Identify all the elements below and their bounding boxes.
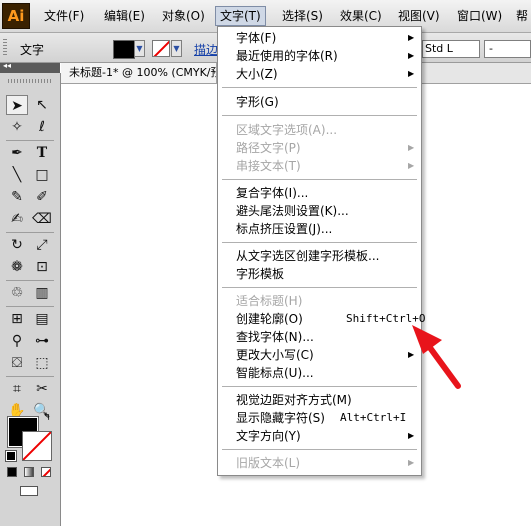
control-bar-grip[interactable] bbox=[3, 39, 7, 57]
menu-item-show-hidden-characters[interactable]: 显示隐藏字符(S) Alt+Ctrl+I bbox=[236, 409, 416, 427]
menu-item-mojikumi-settings[interactable]: 标点挤压设置(J)... bbox=[236, 220, 416, 238]
paintbrush-tool-icon[interactable]: ✎ bbox=[6, 187, 28, 207]
submenu-arrow-icon: ▶ bbox=[408, 33, 415, 42]
no-stroke-icon bbox=[153, 41, 169, 56]
app-logo: Ai bbox=[2, 3, 30, 29]
stroke-swatch[interactable] bbox=[152, 40, 170, 57]
mesh-tool-icon[interactable]: ⊞ bbox=[6, 309, 28, 329]
no-stroke-icon bbox=[23, 432, 51, 460]
pen-tool-icon[interactable]: ✒ bbox=[6, 143, 28, 163]
blend-tool-icon[interactable]: ⊶ bbox=[31, 331, 53, 351]
rectangle-tool-icon[interactable]: □ bbox=[31, 165, 53, 185]
submenu-arrow-icon: ▶ bbox=[408, 143, 415, 152]
eyedropper-tool-icon[interactable]: ⚲ bbox=[6, 331, 28, 351]
warp-tool-icon[interactable]: ❁ bbox=[6, 257, 28, 277]
swap-colors-icon[interactable]: ↰ bbox=[40, 411, 54, 425]
gradient-mode-icon[interactable] bbox=[24, 467, 34, 477]
menu-view[interactable]: 视图(V) bbox=[394, 7, 444, 25]
menu-item-optical-margin-alignment[interactable]: 视觉边距对齐方式(M) bbox=[236, 391, 416, 409]
menu-item-area-type-options[interactable]: 区域文字选项(A)... bbox=[236, 121, 416, 139]
menu-item-find-font[interactable]: 查找字体(N)... bbox=[236, 328, 416, 346]
submenu-arrow-icon: ▶ bbox=[408, 431, 415, 440]
tools-grip[interactable] bbox=[8, 79, 52, 83]
menu-item-recent-fonts[interactable]: 最近使用的字体(R) bbox=[236, 47, 416, 65]
menu-type[interactable]: 文字(T) bbox=[215, 6, 266, 26]
type-tool-icon[interactable]: T bbox=[31, 143, 53, 163]
none-mode-icon[interactable] bbox=[41, 467, 51, 477]
control-bar-label: 文字 bbox=[20, 43, 45, 57]
blob-brush-tool-icon[interactable]: ✍ bbox=[6, 209, 28, 229]
menu-item-size[interactable]: 大小(Z) bbox=[236, 65, 416, 83]
slice-tool-icon[interactable]: ✂ bbox=[31, 379, 53, 399]
shortcut-show-hidden-characters: Alt+Ctrl+I bbox=[340, 411, 407, 424]
menu-object[interactable]: 对象(O) bbox=[158, 7, 209, 25]
menu-item-legacy-text[interactable]: 旧版文本(L) bbox=[236, 454, 416, 472]
screen-mode-icon[interactable] bbox=[20, 486, 38, 496]
collapse-icon[interactable]: ◂◂ bbox=[3, 61, 11, 70]
direct-selection-tool-icon[interactable]: ↖ bbox=[31, 95, 53, 115]
menu-help[interactable]: 帮 bbox=[512, 7, 531, 25]
pencil-tool-icon[interactable]: ✐ bbox=[31, 187, 53, 207]
lasso-tool-icon[interactable]: ℓ bbox=[31, 117, 53, 137]
font-size-field[interactable]: - bbox=[484, 40, 531, 58]
menu-item-type-orientation[interactable]: 文字方向(Y) bbox=[236, 427, 416, 445]
submenu-arrow-icon: ▶ bbox=[408, 350, 415, 359]
font-style-field[interactable]: Std L bbox=[422, 40, 480, 58]
menu-item-composite-fonts[interactable]: 复合字体(I)... bbox=[236, 184, 416, 202]
color-mode-icon[interactable] bbox=[7, 467, 17, 477]
symbol-sprayer-tool-icon[interactable]: ♲ bbox=[6, 283, 28, 303]
stroke-dropdown-arrow-icon[interactable]: ▼ bbox=[171, 40, 182, 57]
menu-item-font[interactable]: 字体(F) bbox=[236, 29, 416, 47]
stroke-link[interactable]: 描边 bbox=[194, 41, 218, 58]
menu-item-create-glyph-template[interactable]: 从文字选区创建字形模板... bbox=[236, 247, 416, 265]
eraser-tool-icon[interactable]: ⌫ bbox=[31, 209, 53, 229]
menu-effect[interactable]: 效果(C) bbox=[336, 7, 386, 25]
menu-item-change-case[interactable]: 更改大小写(C) bbox=[236, 346, 416, 364]
artboard-tool-icon[interactable]: ⌗ bbox=[6, 379, 28, 399]
scale-tool-icon[interactable]: ⤢ bbox=[31, 235, 53, 255]
live-paint-selection-tool-icon[interactable]: ⬚ bbox=[31, 353, 53, 373]
free-transform-tool-icon[interactable]: ⊡ bbox=[31, 257, 53, 277]
submenu-arrow-icon: ▶ bbox=[408, 51, 415, 60]
tools-panel-header[interactable]: ◂◂ bbox=[0, 61, 60, 73]
gradient-tool-icon[interactable]: ▤ bbox=[31, 309, 53, 329]
default-colors-icon[interactable] bbox=[5, 450, 17, 462]
menu-item-kinsoku-settings[interactable]: 避头尾法则设置(K)... bbox=[236, 202, 416, 220]
magic-wand-tool-icon[interactable]: ✧ bbox=[6, 117, 28, 137]
line-tool-icon[interactable]: ╲ bbox=[6, 165, 28, 185]
submenu-arrow-icon: ▶ bbox=[408, 161, 415, 170]
submenu-arrow-icon: ▶ bbox=[408, 69, 415, 78]
menu-item-type-on-path[interactable]: 路径文字(P) bbox=[236, 139, 416, 157]
document-tab[interactable]: 未标题-1* @ 100% (CMYK/预 bbox=[61, 63, 217, 83]
shortcut-create-outlines: Shift+Ctrl+O bbox=[346, 312, 426, 325]
menu-item-fit-headline[interactable]: 适合标题(H) bbox=[236, 292, 416, 310]
menu-edit[interactable]: 编辑(E) bbox=[100, 7, 149, 25]
submenu-arrow-icon: ▶ bbox=[408, 458, 415, 467]
selection-tool-icon[interactable]: ➤ bbox=[6, 95, 28, 115]
menu-item-glyph-template[interactable]: 字形模板 bbox=[236, 265, 416, 283]
menu-file[interactable]: 文件(F) bbox=[40, 7, 88, 25]
stroke-color-box[interactable] bbox=[22, 431, 52, 461]
menu-window[interactable]: 窗口(W) bbox=[453, 7, 506, 25]
menu-select[interactable]: 选择(S) bbox=[278, 7, 327, 25]
type-menu-dropdown: 字体(F) ▶ 最近使用的字体(R) ▶ 大小(Z) ▶ 字形(G) 区域文字选… bbox=[217, 26, 425, 476]
menu-item-glyphs[interactable]: 字形(G) bbox=[236, 93, 416, 111]
tools-panel: ➤ ↖ ✧ ℓ ✒ T ╲ □ ✎ ✐ ✍ ⌫ ↻ ⤢ ❁ ⊡ ♲ ▥ ⊞ ▤ … bbox=[0, 73, 61, 526]
fill-swatch[interactable] bbox=[113, 40, 135, 59]
column-graph-tool-icon[interactable]: ▥ bbox=[31, 283, 53, 303]
menu-item-create-outlines[interactable]: 创建轮廓(O) Shift+Ctrl+O bbox=[236, 310, 425, 328]
live-paint-bucket-tool-icon[interactable]: ⛋ bbox=[6, 353, 28, 373]
fill-dropdown-arrow-icon[interactable]: ▼ bbox=[134, 40, 145, 57]
rotate-tool-icon[interactable]: ↻ bbox=[6, 235, 28, 255]
menu-item-threaded-text[interactable]: 串接文本(T) bbox=[236, 157, 416, 175]
menu-item-smart-punctuation[interactable]: 智能标点(U)... bbox=[236, 364, 416, 382]
